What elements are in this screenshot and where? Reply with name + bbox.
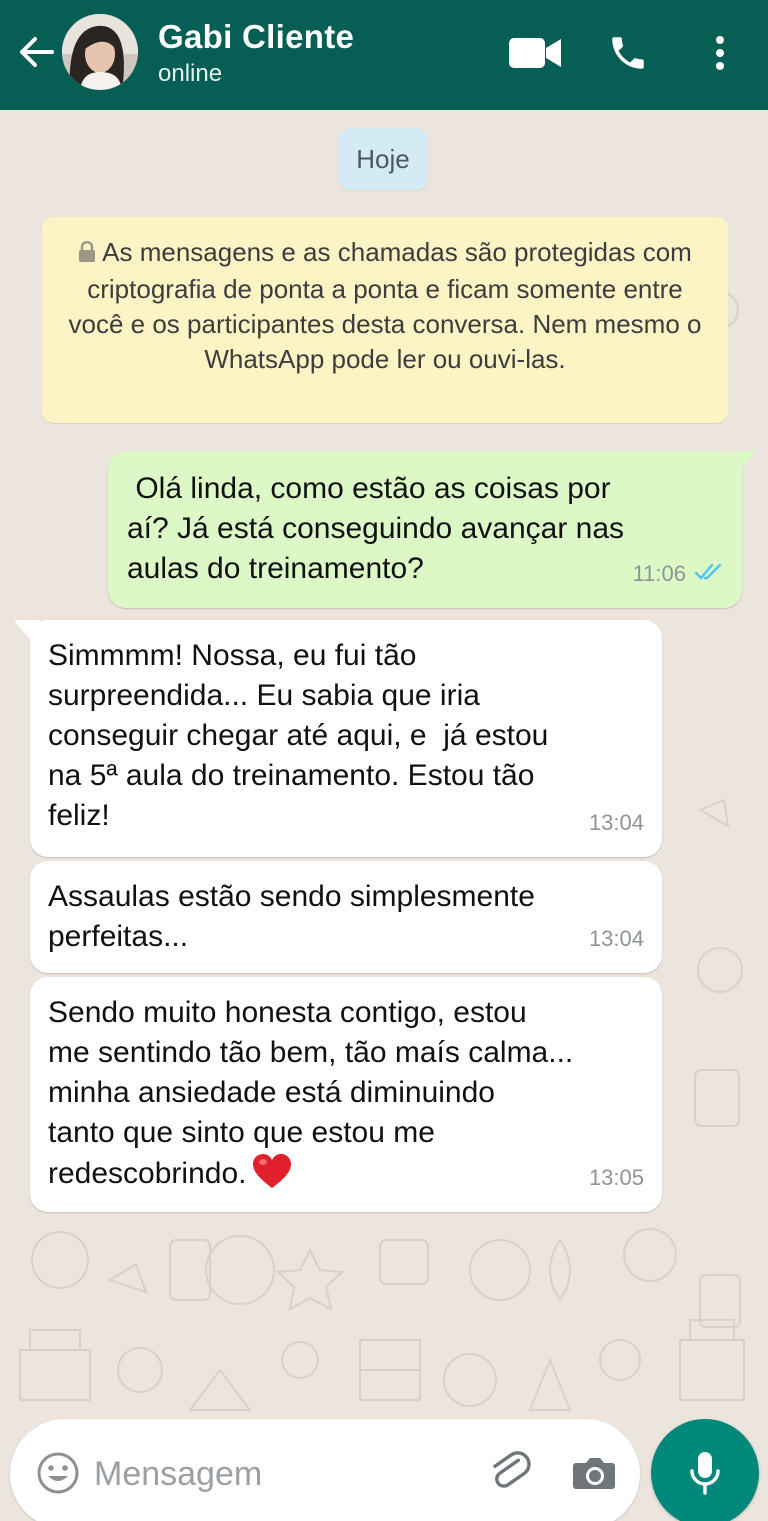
message-composer [10, 1419, 640, 1521]
encryption-notice[interactable]: As mensagens e as chamadas são protegida… [42, 217, 728, 423]
message-text: Assaulas estão sendo simplesmente perfei… [48, 880, 535, 953]
more-options-button[interactable] [700, 28, 740, 78]
incoming-message[interactable]: Simmmm! Nossa, eu fui tão surpreendida..… [30, 620, 662, 857]
message-time: 13:04 [588, 810, 644, 835]
arrow-left-icon [20, 37, 54, 67]
encryption-notice-text: As mensagens e as chamadas são protegida… [68, 237, 702, 374]
emoji-icon [37, 1452, 79, 1494]
contact-avatar[interactable] [62, 14, 138, 90]
message-text: Simmmm! Nossa, eu fui tão surpreendida..… [48, 639, 549, 832]
message-time: 13:05 [588, 1165, 644, 1190]
video-call-icon [509, 38, 561, 68]
incoming-message[interactable]: Assaulas estão sendo simplesmente perfei… [30, 861, 662, 973]
voice-call-button[interactable] [604, 28, 652, 78]
chat-area[interactable]: Hoje As mensagens e as chamadas são prot… [0, 110, 768, 1521]
lock-icon [78, 237, 96, 272]
incoming-message[interactable]: Sendo muito honesta contigo, estou me se… [30, 977, 662, 1212]
contact-status: online [158, 60, 223, 87]
camera-icon [573, 1458, 615, 1489]
microphone-icon [690, 1452, 720, 1495]
read-receipt-icon [694, 552, 724, 592]
back-button[interactable] [16, 32, 56, 72]
message-time: 13:04 [588, 926, 644, 951]
phone-icon [612, 37, 644, 69]
camera-button[interactable] [570, 1449, 618, 1497]
paperclip-icon [493, 1451, 531, 1488]
emoji-button[interactable] [36, 1451, 80, 1495]
attach-button[interactable] [486, 1449, 534, 1497]
message-time: 11:06 [632, 561, 686, 586]
red-heart-icon [252, 1153, 292, 1200]
message-text: Sendo muito honesta contigo, estou me se… [48, 996, 574, 1190]
message-text-wrapper: Sendo muito honesta contigo, estou me se… [48, 993, 644, 1200]
avatar-image [62, 14, 138, 90]
voice-message-button[interactable] [651, 1419, 759, 1521]
date-divider: Hoje [338, 128, 428, 190]
message-input[interactable] [94, 1449, 474, 1499]
outgoing-message[interactable]: Olá linda, como estão as coisas por aí? … [108, 451, 742, 608]
more-vertical-icon [716, 36, 724, 70]
video-call-button[interactable] [506, 28, 564, 78]
contact-name[interactable]: Gabi Cliente [158, 18, 354, 56]
chat-header: Gabi Cliente online [0, 0, 768, 110]
